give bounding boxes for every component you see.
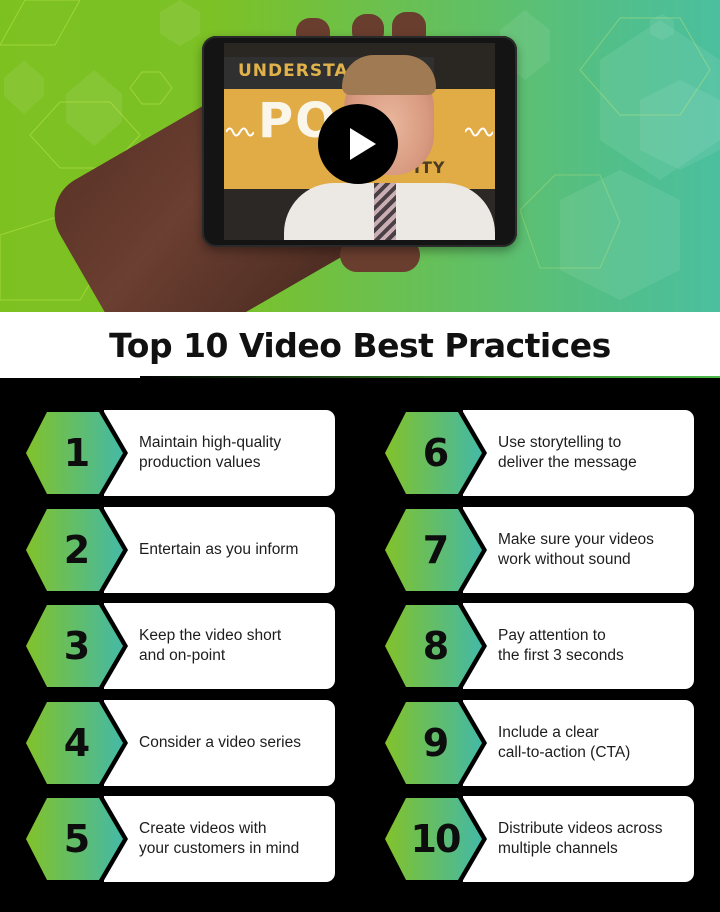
practice-number: 2 — [63, 528, 90, 572]
practice-item: Keep the video short and on-point 3 — [26, 603, 336, 689]
practice-text: Maintain high-quality production values — [139, 434, 282, 471]
practice-text: Include a clear call-to-action (CTA) — [498, 724, 631, 761]
practice-card: Entertain as you inform — [104, 507, 335, 593]
practice-item: Use storytelling to deliver the message 6 — [385, 410, 695, 496]
practice-item: Maintain high-quality production values 1 — [26, 410, 336, 496]
practice-card: Distribute videos across multiple channe… — [463, 796, 694, 882]
practice-card: Keep the video short and on-point — [104, 603, 335, 689]
practice-number: 4 — [63, 721, 90, 765]
practice-item: Entertain as you inform 2 — [26, 507, 336, 593]
practice-item: Make sure your videos work without sound… — [385, 507, 695, 593]
practice-text: Make sure your videos work without sound — [498, 531, 654, 568]
practice-item: Consider a video series 4 — [26, 700, 336, 786]
practice-item: Distribute videos across multiple channe… — [385, 796, 695, 882]
practice-card: Create videos with your customers in min… — [104, 796, 335, 882]
practice-card: Maintain high-quality production values — [104, 410, 335, 496]
practice-text: Entertain as you inform — [139, 541, 299, 558]
practice-number: 5 — [63, 817, 90, 861]
practice-card: Use storytelling to deliver the message — [463, 410, 694, 496]
practices-list: Maintain high-quality production values 1… — [0, 378, 720, 912]
practice-number: 10 — [410, 817, 462, 861]
practice-text: Use storytelling to deliver the message — [498, 434, 637, 471]
practice-text: Keep the video short and on-point — [139, 627, 282, 664]
title-band: Top 10 Video Best Practices — [0, 312, 720, 378]
practice-text: Consider a video series — [139, 734, 301, 751]
practice-number: 8 — [422, 624, 449, 668]
play-icon — [350, 128, 376, 160]
presenter-hair — [342, 55, 436, 95]
page-title: Top 10 Video Best Practices — [109, 325, 611, 365]
practice-text: Distribute videos across multiple channe… — [498, 820, 663, 857]
play-button[interactable] — [318, 104, 398, 184]
practice-item: Include a clear call-to-action (CTA) 9 — [385, 700, 695, 786]
practice-number: 3 — [63, 624, 90, 668]
practice-number: 1 — [63, 431, 90, 475]
hero-banner: UNDERSTA G PO R ITY — [0, 0, 720, 312]
practice-text: Create videos with your customers in min… — [139, 820, 300, 857]
practice-card: Make sure your videos work without sound — [463, 507, 694, 593]
practice-number: 6 — [422, 431, 449, 475]
practice-card: Consider a video series — [104, 700, 335, 786]
presenter-tie — [374, 183, 396, 240]
practice-card: Include a clear call-to-action (CTA) — [463, 700, 694, 786]
wave-icon — [465, 127, 493, 137]
practice-card: Pay attention to the first 3 seconds — [463, 603, 694, 689]
wave-icon — [226, 127, 254, 137]
practice-text: Pay attention to the first 3 seconds — [498, 627, 624, 664]
practice-number: 7 — [422, 528, 449, 572]
practice-item: Pay attention to the first 3 seconds 8 — [385, 603, 695, 689]
practice-number: 9 — [422, 721, 449, 765]
practice-item: Create videos with your customers in min… — [26, 796, 336, 882]
